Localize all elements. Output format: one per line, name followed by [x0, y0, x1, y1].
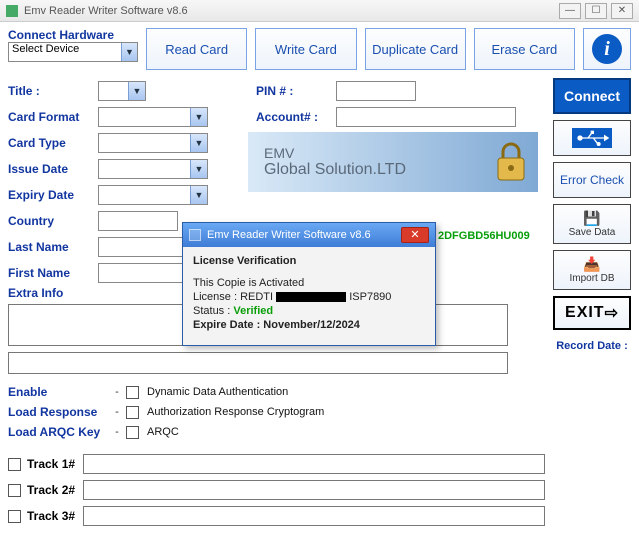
save-icon: 💾	[583, 210, 600, 227]
connect-hardware-label: Connect Hardware	[8, 28, 138, 42]
write-card-button[interactable]: Write Card	[255, 28, 356, 70]
track1-label: Track 1#	[27, 457, 75, 471]
status-value: Verified	[233, 305, 273, 317]
card-type-select[interactable]: ▼	[98, 133, 208, 153]
exit-label: EXIT	[565, 304, 605, 322]
info-icon: i	[592, 34, 622, 64]
save-data-button[interactable]: 💾 Save Data	[553, 204, 631, 244]
usb-icon	[572, 128, 612, 148]
issue-date-select[interactable]: ▼	[98, 159, 208, 179]
close-button[interactable]: ✕	[611, 3, 633, 19]
import-db-label: Import DB	[569, 273, 614, 284]
dialog-title-text: Emv Reader Writer Software v8.6	[207, 229, 371, 241]
track3-label: Track 3#	[27, 509, 75, 523]
dialog-status-line: Status : Verified	[193, 305, 425, 317]
chevron-down-icon: ▼	[190, 186, 207, 204]
track2-label: Track 2#	[27, 483, 75, 497]
title-label: Title :	[8, 84, 98, 98]
expiry-date-select[interactable]: ▼	[98, 185, 208, 205]
import-db-button[interactable]: 📥 Import DB	[553, 250, 631, 290]
arqc-text: ARQC	[147, 426, 179, 438]
error-check-button[interactable]: Error Check	[553, 162, 631, 198]
chevron-down-icon: ▼	[128, 82, 145, 100]
last-name-input[interactable]	[98, 237, 188, 257]
issue-date-label: Issue Date	[8, 162, 98, 176]
banner-line2: Global Solution.LTD	[264, 161, 406, 179]
track2-checkbox[interactable]	[8, 484, 21, 497]
pin-label: PIN # :	[256, 84, 336, 98]
title-select[interactable]: ▼	[98, 81, 146, 101]
license-suffix: ISP7890	[349, 291, 391, 303]
account-label: Account# :	[256, 110, 336, 124]
arc-text: Authorization Response Cryptogram	[147, 406, 324, 418]
chevron-down-icon: ▼	[190, 160, 207, 178]
window-titlebar: Emv Reader Writer Software v8.6 — ☐ ✕	[0, 0, 639, 22]
connect-button[interactable]: Connect	[553, 78, 631, 114]
first-name-label: First Name	[8, 266, 98, 280]
card-format-label: Card Format	[8, 110, 98, 124]
license-dialog: Emv Reader Writer Software v8.6 ✕ Licens…	[182, 222, 436, 346]
track1-input[interactable]	[83, 454, 545, 474]
banner-line1: EMV	[264, 146, 406, 161]
window-title: Emv Reader Writer Software v8.6	[24, 5, 188, 17]
erase-card-button[interactable]: Erase Card	[474, 28, 575, 70]
minimize-button[interactable]: —	[559, 3, 581, 19]
track3-checkbox[interactable]	[8, 510, 21, 523]
chevron-down-icon: ▼	[121, 43, 137, 61]
maximize-button[interactable]: ☐	[585, 3, 607, 19]
dialog-close-button[interactable]: ✕	[401, 227, 429, 243]
dynamic-auth-checkbox[interactable]	[126, 386, 139, 399]
country-input[interactable]	[98, 211, 178, 231]
arc-checkbox[interactable]	[126, 406, 139, 419]
enable-label: Enable	[8, 385, 108, 399]
arqc-checkbox[interactable]	[126, 426, 139, 439]
activation-code: 2DFGBD56HU009	[438, 230, 530, 242]
device-select-value: Select Device	[9, 43, 79, 55]
usb-button[interactable]	[553, 120, 631, 156]
brand-banner: EMV Global Solution.LTD	[248, 132, 538, 192]
chevron-down-icon: ▼	[190, 134, 207, 152]
account-input[interactable]	[336, 107, 516, 127]
track1-checkbox[interactable]	[8, 458, 21, 471]
card-format-select[interactable]: ▼	[98, 107, 208, 127]
extra-info-label: Extra Info	[8, 286, 98, 300]
track3-input[interactable]	[83, 506, 545, 526]
lock-icon	[494, 140, 528, 184]
record-date-label: Record Date :	[553, 340, 631, 352]
import-icon: 📥	[583, 256, 600, 273]
load-response-label: Load Response	[8, 405, 108, 419]
chevron-down-icon: ▼	[190, 108, 207, 126]
info-button[interactable]: i	[583, 28, 631, 70]
exit-arrow-icon: ⇨	[605, 303, 619, 323]
track2-input[interactable]	[83, 480, 545, 500]
exit-button[interactable]: EXIT⇨	[553, 296, 631, 330]
license-prefix: License : REDTI	[193, 291, 273, 303]
dialog-header: License Verification	[193, 255, 425, 267]
last-name-label: Last Name	[8, 240, 98, 254]
pin-input[interactable]	[336, 81, 416, 101]
read-card-button[interactable]: Read Card	[146, 28, 247, 70]
expiry-date-label: Expiry Date	[8, 188, 98, 202]
dynamic-auth-text: Dynamic Data Authentication	[147, 386, 288, 398]
dialog-titlebar[interactable]: Emv Reader Writer Software v8.6 ✕	[183, 223, 435, 247]
country-label: Country	[8, 214, 98, 228]
load-arqc-label: Load ARQC Key	[8, 425, 108, 439]
dialog-icon	[189, 229, 201, 241]
save-data-label: Save Data	[569, 227, 616, 238]
dialog-activated-text: This Copie is Activated	[193, 277, 425, 289]
status-label: Status :	[193, 305, 233, 317]
redacted-bar	[276, 292, 346, 302]
card-type-label: Card Type	[8, 136, 98, 150]
dialog-license-line: License : REDTI ISP7890	[193, 291, 425, 303]
long-input[interactable]	[8, 352, 508, 374]
duplicate-card-button[interactable]: Duplicate Card	[365, 28, 466, 70]
app-icon	[6, 5, 18, 17]
first-name-input[interactable]	[98, 263, 188, 283]
device-select[interactable]: Select Device ▼	[8, 42, 138, 62]
dialog-expire-line: Expire Date : November/12/2024	[193, 319, 425, 331]
